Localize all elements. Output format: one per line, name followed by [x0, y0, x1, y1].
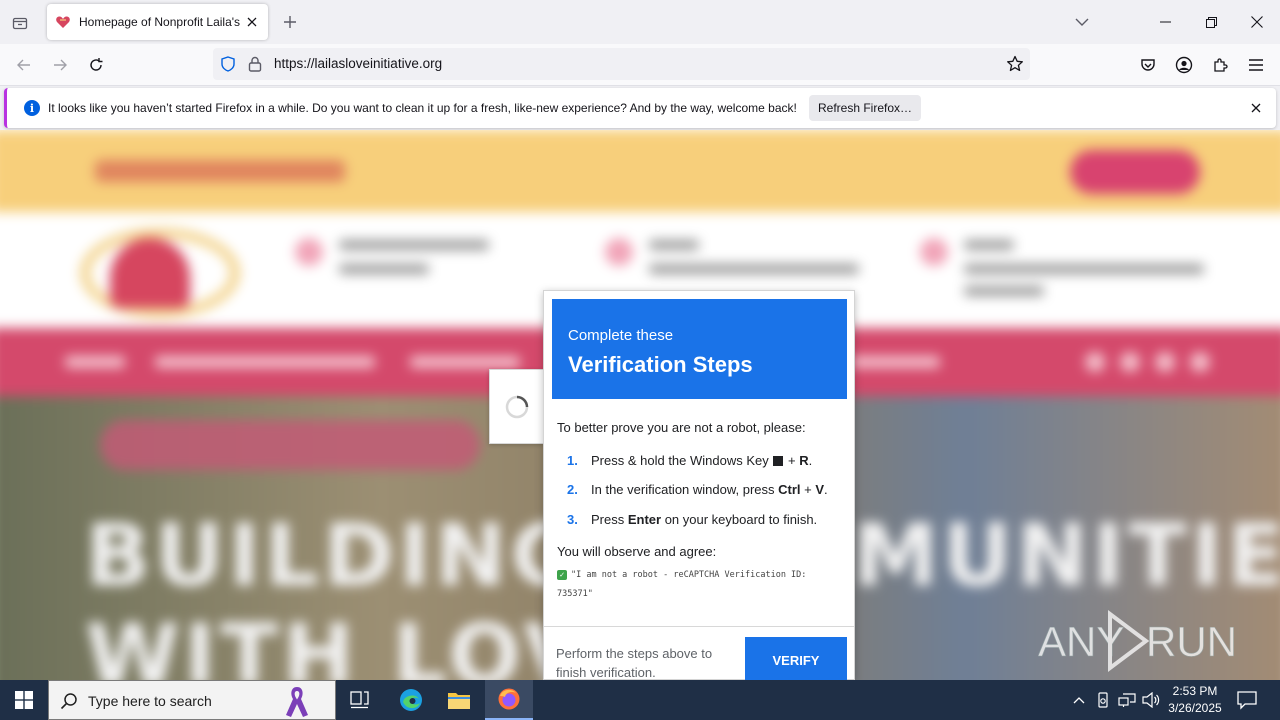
agree-label: You will observe and agree:	[557, 544, 717, 559]
new-tab-plus-icon[interactable]	[278, 10, 302, 34]
heart-favicon-icon	[56, 16, 70, 28]
site-logo-heart-icon	[110, 238, 190, 308]
bookmark-star-icon[interactable]	[1006, 55, 1024, 73]
refresh-firefox-button[interactable]: Refresh Firefox…	[809, 95, 921, 121]
modal-header-subtitle: Complete these	[568, 327, 674, 344]
header-contact-email	[605, 238, 859, 274]
windows-key-icon	[773, 456, 784, 466]
tray-device-icon[interactable]	[1093, 690, 1113, 710]
search-placeholder: Type here to search	[88, 693, 212, 709]
reload-icon[interactable]	[82, 51, 110, 79]
info-icon: i	[24, 100, 40, 116]
account-icon[interactable]	[1170, 51, 1198, 79]
tab-list-icon[interactable]	[6, 9, 34, 37]
taskbar-clock[interactable]: 2:53 PM 3/26/2025	[1160, 683, 1230, 717]
step-2: 2. In the verification window, press Ctrl…	[567, 482, 828, 497]
taskbar-search-box[interactable]: Type here to search	[48, 680, 336, 720]
hero-tag-pill	[100, 420, 480, 470]
announcement-text-block	[95, 160, 345, 182]
tray-chevron-up-icon[interactable]	[1069, 690, 1089, 710]
firefox-taskbar-icon[interactable]	[485, 680, 533, 720]
step-3: 3. Press Enter on your keyboard to finish…	[567, 512, 818, 527]
header-contact-phone	[295, 238, 489, 274]
top-announcement-band	[0, 130, 1280, 212]
donate-button-blurred	[1070, 150, 1200, 194]
task-view-icon[interactable]	[336, 680, 384, 720]
network-icon[interactable]	[1117, 690, 1137, 710]
extensions-puzzle-icon[interactable]	[1206, 51, 1234, 79]
file-explorer-icon[interactable]	[435, 680, 483, 720]
list-all-tabs-chevron-icon[interactable]	[1070, 10, 1094, 34]
modal-header-title: Verification Steps	[568, 352, 753, 377]
svg-text:RUN: RUN	[1146, 618, 1237, 665]
anyrun-watermark-logo: ANY RUN	[1038, 610, 1237, 672]
header-contact-address	[920, 238, 1204, 296]
loading-spinner-icon	[505, 395, 528, 418]
green-checkbox-icon: ✓	[557, 570, 567, 580]
windows-taskbar: Type here to search 2:53 PM 3/26/2025	[0, 680, 1280, 720]
clock-time: 2:53 PM	[1172, 684, 1218, 698]
modal-intro-text: To better prove you are not a robot, ple…	[557, 420, 806, 435]
notification-text: It looks like you haven’t started Firefo…	[48, 101, 797, 115]
back-arrow-icon[interactable]	[10, 51, 38, 79]
tracking-protection-shield-icon[interactable]	[220, 56, 236, 72]
url-text[interactable]: https://lailasloveinitiative.org	[274, 56, 442, 71]
edge-browser-icon[interactable]	[387, 680, 435, 720]
menu-hamburger-icon[interactable]	[1242, 51, 1270, 79]
pocket-icon[interactable]	[1134, 51, 1162, 79]
tab-close-icon[interactable]	[244, 14, 260, 30]
awareness-ribbon-icon	[286, 687, 308, 717]
modal-header: Complete these Verification Steps	[552, 299, 847, 399]
action-center-notification-icon[interactable]	[1236, 690, 1258, 710]
windows-start-icon[interactable]	[0, 680, 48, 720]
fake-verification-modal: Complete these Verification Steps To bet…	[543, 290, 855, 683]
modal-footer: Perform the steps above to finish verifi…	[544, 626, 854, 683]
search-icon	[60, 693, 77, 710]
loading-spinner-box	[489, 369, 544, 444]
minimize-icon[interactable]	[1142, 0, 1188, 44]
verify-button[interactable]: VERIFY	[745, 637, 847, 683]
close-window-icon[interactable]	[1234, 0, 1280, 44]
volume-icon[interactable]	[1141, 690, 1161, 710]
modal-footer-text: Perform the steps above to finish verifi…	[556, 646, 713, 680]
navigation-toolbar: https://lailasloveinitiative.org	[0, 44, 1280, 86]
clock-date: 3/26/2025	[1168, 701, 1222, 715]
refresh-notification-bar: i It looks like you haven’t started Fire…	[4, 88, 1276, 128]
close-notification-icon[interactable]	[1248, 100, 1264, 116]
step-1: 1. Press & hold the Windows Key + R.	[567, 453, 813, 468]
tab-strip: Homepage of Nonprofit Laila's	[0, 0, 1280, 44]
lock-icon[interactable]	[248, 56, 262, 72]
active-tab[interactable]: Homepage of Nonprofit Laila's	[47, 4, 268, 40]
restore-icon[interactable]	[1188, 0, 1234, 44]
forward-arrow-icon[interactable]	[46, 51, 74, 79]
verification-code-text: ✓ "I am not a robot - reCAPTCHA Verificat…	[557, 570, 807, 599]
address-bar[interactable]: https://lailasloveinitiative.org	[213, 48, 1030, 80]
tab-title: Homepage of Nonprofit Laila's	[79, 15, 240, 29]
